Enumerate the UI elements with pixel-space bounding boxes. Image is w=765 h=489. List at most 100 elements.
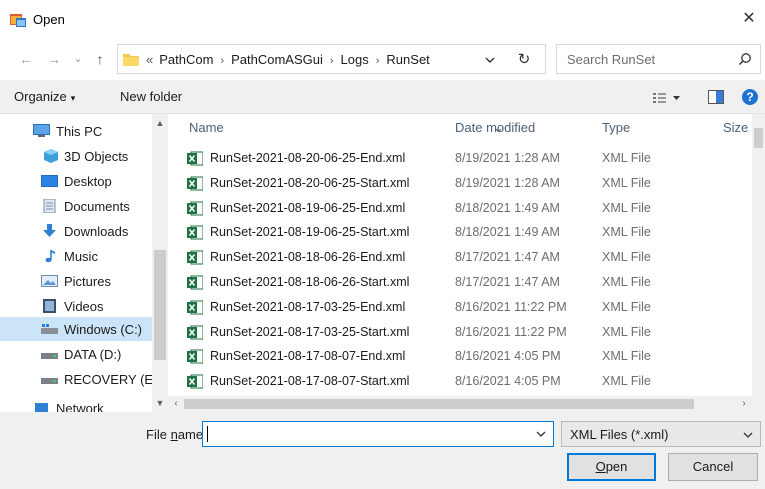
file-row[interactable]: RunSet-2021-08-20-06-25-End.xml 8/19/2021… xyxy=(168,148,752,169)
open-button-label: pen xyxy=(605,459,628,474)
sidebar-item-label: Desktop xyxy=(64,174,112,189)
file-type-select[interactable]: XML Files (*.xml) xyxy=(561,421,761,447)
search-icon[interactable] xyxy=(738,52,752,66)
file-list-horizontal-scrollbar[interactable]: ‹ › xyxy=(168,396,765,412)
breadcrumb-separator-icon[interactable]: › xyxy=(220,55,224,67)
up-arrow-icon[interactable]: ↑ xyxy=(92,51,108,67)
chevron-down-icon[interactable] xyxy=(742,429,754,441)
excel-xml-file-icon xyxy=(187,151,203,166)
file-type-cell: XML File xyxy=(602,275,651,289)
sidebar-scrollbar[interactable]: ▲ ▼ xyxy=(152,114,168,412)
dialog-footer: File name: XML Files (*.xml) Open Cancel xyxy=(0,412,765,489)
forward-arrow-icon[interactable]: → xyxy=(46,51,62,67)
file-date-cell: 8/16/2021 4:05 PM xyxy=(455,374,561,389)
scrollbar-thumb[interactable] xyxy=(154,250,166,360)
address-bar[interactable]: « PathCom › PathComASGui › Logs › RunSet ↻ xyxy=(117,44,546,74)
sidebar-item-3d-objects[interactable]: 3D Objects xyxy=(0,144,152,168)
file-row[interactable]: RunSet-2021-08-19-06-25-Start.xml 8/18/20… xyxy=(168,222,752,243)
file-type-cell: XML File xyxy=(602,175,651,190)
excel-xml-file-icon xyxy=(187,300,203,315)
sidebar-item-windows-c[interactable]: Windows (C:) xyxy=(0,317,152,341)
file-row[interactable]: RunSet-2021-08-18-06-26-Start.xml 8/17/20… xyxy=(168,272,752,293)
sidebar-item-pictures[interactable]: Pictures xyxy=(0,269,152,293)
new-folder-button[interactable]: New folder xyxy=(120,89,182,104)
back-arrow-icon[interactable]: ← xyxy=(18,51,34,67)
file-type-cell: XML File xyxy=(602,225,651,240)
file-name-label-text: File xyxy=(146,427,171,442)
file-type-cell: XML File xyxy=(602,299,651,314)
change-view-icon[interactable] xyxy=(652,91,682,105)
chevron-down-icon[interactable] xyxy=(483,53,497,67)
command-bar: Organize ▾ New folder ? xyxy=(0,80,765,114)
file-name-combobox[interactable] xyxy=(202,421,554,447)
pc-icon xyxy=(33,124,50,137)
column-header-row: Name ⌄ Date modified Type Size xyxy=(168,114,765,140)
breadcrumb-separator-icon[interactable]: › xyxy=(376,55,380,67)
scroll-up-icon[interactable]: ▲ xyxy=(152,116,168,130)
file-name-cell: RunSet-2021-08-20-06-25-Start.xml xyxy=(210,175,410,190)
sidebar-item-label: Downloads xyxy=(64,224,129,239)
scrollbar-thumb[interactable] xyxy=(184,399,694,409)
breadcrumb-item[interactable]: RunSet xyxy=(386,52,429,67)
open-button[interactable]: Open xyxy=(567,453,656,481)
file-row[interactable]: RunSet-2021-08-18-06-26-End.xml 8/17/2021… xyxy=(168,247,752,268)
sidebar-item-label: Music xyxy=(64,249,98,264)
file-name-input[interactable] xyxy=(207,425,527,443)
sidebar-item-recovery-e[interactable]: RECOVERY (E:) xyxy=(0,367,161,391)
sidebar-item-label: Network xyxy=(56,401,104,412)
chevron-down-icon[interactable] xyxy=(535,428,547,440)
file-list-vertical-scrollbar[interactable] xyxy=(752,114,765,396)
sidebar-item-downloads[interactable]: Downloads xyxy=(0,219,152,243)
excel-xml-file-icon xyxy=(187,176,203,191)
excel-xml-file-icon xyxy=(187,250,203,265)
column-header-name[interactable]: Name xyxy=(189,120,224,135)
breadcrumb-item[interactable]: PathCom xyxy=(159,52,213,67)
file-name-label: File name: xyxy=(146,427,207,442)
sidebar-item-videos[interactable]: Videos xyxy=(0,294,152,318)
sidebar-item-desktop[interactable]: Desktop xyxy=(0,169,152,193)
breadcrumb-separator-icon[interactable]: › xyxy=(330,55,334,67)
scroll-right-icon[interactable]: › xyxy=(737,397,751,411)
sidebar-item-data-d[interactable]: DATA (D:) xyxy=(0,342,152,366)
column-header-type[interactable]: Type xyxy=(602,120,630,135)
breadcrumb-overflow-icon[interactable]: « xyxy=(146,52,153,67)
excel-xml-file-icon xyxy=(187,349,203,364)
organize-button[interactable]: Organize ▾ xyxy=(14,89,75,104)
sidebar-item-network[interactable]: Network xyxy=(0,396,152,412)
column-header-date-modified[interactable]: Date modified xyxy=(455,120,535,135)
drive-icon xyxy=(41,378,58,384)
scroll-down-icon[interactable]: ▼ xyxy=(152,396,168,410)
file-date-cell: 8/17/2021 1:47 AM xyxy=(455,275,560,289)
sidebar-item-label: Pictures xyxy=(64,274,111,289)
refresh-icon[interactable]: ↻ xyxy=(515,51,533,69)
breadcrumb-item[interactable]: Logs xyxy=(341,52,369,67)
column-header-size[interactable]: Size xyxy=(723,120,748,135)
cancel-button[interactable]: Cancel xyxy=(668,453,758,481)
help-icon[interactable]: ? xyxy=(742,89,758,105)
open-dialog-icon xyxy=(10,14,26,27)
file-row[interactable]: RunSet-2021-08-20-06-25-Start.xml 8/19/20… xyxy=(168,173,752,194)
file-date-cell: 8/16/2021 4:05 PM xyxy=(455,349,561,364)
file-row[interactable]: RunSet-2021-08-17-03-25-Start.xml 8/16/20… xyxy=(168,322,752,343)
scrollbar-thumb[interactable] xyxy=(754,128,763,148)
scroll-left-icon[interactable]: ‹ xyxy=(169,397,183,411)
sidebar-item-label: Videos xyxy=(64,299,104,314)
file-row[interactable]: RunSet-2021-08-17-08-07-Start.xml 8/16/20… xyxy=(168,371,752,392)
sidebar-item-this-pc[interactable]: This PC xyxy=(0,119,152,143)
document-icon xyxy=(43,199,56,213)
file-name-cell: RunSet-2021-08-17-03-25-Start.xml xyxy=(210,324,410,339)
file-row[interactable]: RunSet-2021-08-19-06-25-End.xml 8/18/2021… xyxy=(168,198,752,219)
drive-icon xyxy=(41,353,58,359)
close-icon[interactable]: ✕ xyxy=(739,9,759,29)
file-row[interactable]: RunSet-2021-08-17-03-25-End.xml 8/16/2021… xyxy=(168,297,752,318)
text-cursor xyxy=(207,426,208,442)
breadcrumb-item[interactable]: PathComASGui xyxy=(231,52,323,67)
search-input[interactable]: Search RunSet xyxy=(567,52,655,67)
preview-pane-icon[interactable] xyxy=(708,90,724,104)
search-box[interactable]: Search RunSet xyxy=(556,44,761,74)
sidebar-item-music[interactable]: Music xyxy=(0,244,152,268)
file-row[interactable]: RunSet-2021-08-17-08-07-End.xml 8/16/2021… xyxy=(168,346,752,367)
recent-locations-chevron-icon[interactable]: ⌄ xyxy=(70,51,86,67)
sidebar-item-documents[interactable]: Documents xyxy=(0,194,152,218)
excel-xml-file-icon xyxy=(187,374,203,389)
